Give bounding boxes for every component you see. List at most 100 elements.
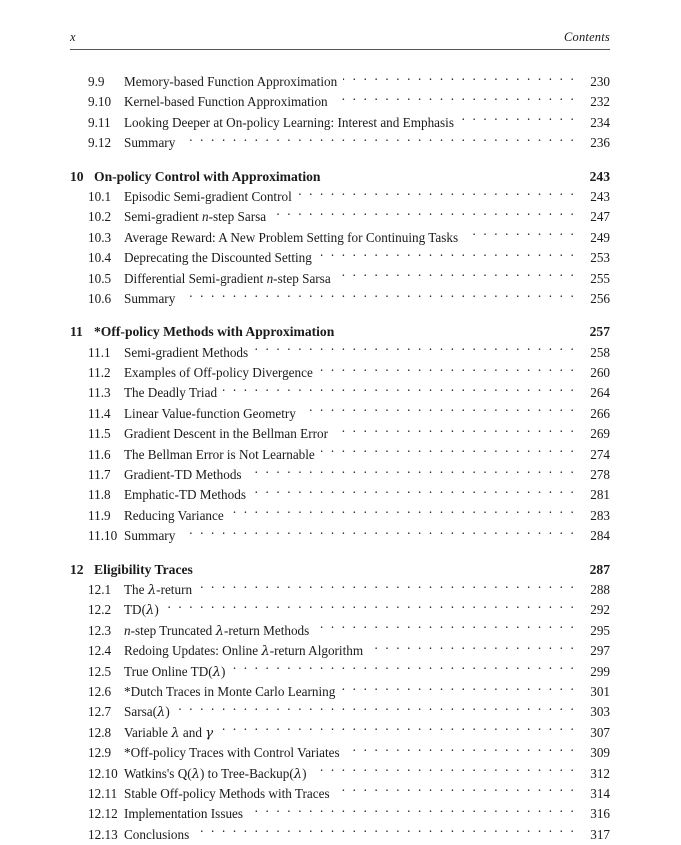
toc-entry-number: 9.11: [88, 114, 111, 130]
toc-entry-title: Semi-gradient Methods: [124, 344, 249, 360]
toc-section-entry[interactable]: 12.3 n-step Truncated λ-return Methods 295: [70, 621, 610, 641]
dot-leader: [313, 764, 576, 777]
toc-entry-title: Variable λ and γ: [124, 724, 214, 741]
toc-section-entry[interactable]: 10.2 Semi-gradient n-step Sarsa 247: [70, 207, 610, 227]
dot-leader: [464, 229, 576, 242]
toc-section-entry[interactable]: 12.9 *Off-policy Traces with Control Vari…: [70, 743, 610, 763]
dot-leader: [337, 269, 576, 282]
toc-entry-page-number: 269: [590, 426, 610, 442]
toc-section-entry[interactable]: 10.4 Deprecating the Discounted Setting 25…: [70, 248, 610, 268]
toc-entry-title: Summary: [124, 290, 176, 306]
toc-entry-number: 11.2: [88, 365, 111, 381]
toc-section-entry[interactable]: 11.8 Emphatic-TD Methods 281: [70, 485, 610, 505]
toc-entry-number: 12.3: [88, 622, 112, 638]
dot-leader: [176, 703, 576, 716]
toc-section-entry[interactable]: 11.3 The Deadly Triad 264: [70, 383, 610, 403]
toc-entry-title: Gradient Descent in the Bellman Error: [124, 426, 328, 442]
dot-leader: [346, 744, 576, 757]
toc-entry-number: 11.3: [88, 385, 111, 401]
toc-entry-number: 11.5: [88, 426, 111, 442]
toc-section-entry[interactable]: 11.2 Examples of Off-policy Divergence 260: [70, 363, 610, 383]
toc-entry-number: 10: [70, 168, 84, 184]
toc-entry-number: 12.10: [88, 765, 118, 781]
toc-entry-title: The Bellman Error is Not Learnable: [124, 446, 315, 462]
toc-section-entry[interactable]: 11.7 Gradient-TD Methods 278: [70, 465, 610, 485]
toc-entry-number: 10.5: [88, 270, 112, 286]
toc-section-entry[interactable]: 12.5 True Online TD(λ) 299: [70, 662, 610, 682]
toc-entry-title: Average Reward: A New Problem Setting fo…: [124, 229, 459, 245]
toc-entry-number: 12.7: [88, 704, 112, 720]
page-folio: x: [70, 30, 76, 44]
toc-entry-title: True Online TD(λ): [124, 663, 226, 680]
toc-entry-page-number: 314: [590, 785, 610, 801]
toc-entry-title: Looking Deeper at On-policy Learning: In…: [124, 114, 454, 130]
toc-entry-title: On-policy Control with Approximation: [94, 168, 321, 184]
toc-section-entry[interactable]: 11.5 Gradient Descent in the Bellman Erro…: [70, 424, 610, 444]
toc-entry-page-number: 230: [590, 74, 610, 89]
toc-entry-number: 10.4: [88, 250, 112, 266]
toc-entry-number: 12.11: [88, 785, 118, 801]
toc-section-entry[interactable]: 9.11 Looking Deeper at On-policy Learning…: [70, 113, 610, 133]
toc-entry-page-number: 253: [590, 250, 610, 266]
toc-section-entry[interactable]: 11.1 Semi-gradient Methods 258: [70, 343, 610, 363]
toc-section-entry[interactable]: 12.1 The λ-return 288: [70, 580, 610, 600]
toc-entry-page-number: 255: [590, 270, 610, 286]
toc-entry-title: Stable Off-policy Methods with Traces: [124, 785, 330, 801]
toc-chapter-entry[interactable]: 10 On-policy Control with Approximation 24…: [70, 167, 610, 187]
toc-section-entry[interactable]: 9.9 Memory-based Function Approximation 23…: [70, 72, 610, 92]
toc-entry-title: The Deadly Triad: [124, 385, 218, 401]
toc-entry-number: 11.7: [88, 467, 111, 483]
toc-section-entry[interactable]: 11.4 Linear Value-function Geometry 266: [70, 404, 610, 424]
toc-chapter-entry[interactable]: 12 Eligibility Traces 287: [70, 560, 610, 580]
toc-entry-title: TD(λ): [124, 602, 159, 619]
toc-section-entry[interactable]: 12.10 Watkins's Q(λ) to Tree-Backup(λ) 312: [70, 764, 610, 784]
toc-entry-title: Watkins's Q(λ) to Tree-Backup(λ): [124, 765, 307, 782]
toc-entry-title: The λ-return: [124, 581, 193, 598]
toc-section-entry[interactable]: 10.3 Average Reward: A New Problem Settin…: [70, 228, 610, 248]
toc-entry-page-number: 234: [590, 114, 610, 130]
toc-entry-page-number: 247: [590, 209, 610, 225]
toc-entry-title: *Off-policy Methods with Approximation: [94, 324, 335, 340]
toc-entry-number: 10.2: [88, 209, 112, 225]
toc-entry-title: Deprecating the Discounted Setting: [124, 250, 312, 266]
toc-section-entry[interactable]: 12.6 *Dutch Traces in Monte Carlo Learnin…: [70, 682, 610, 702]
toc-entry-title: Reducing Variance: [124, 507, 224, 523]
toc-entry-number: 12.12: [88, 806, 118, 822]
dot-leader: [315, 622, 576, 635]
toc-section-entry[interactable]: 10.6 Summary 256: [70, 289, 610, 309]
toc-section-entry[interactable]: 12.11 Stable Off-policy Methods with Trac…: [70, 784, 610, 804]
dot-leader: [181, 527, 576, 540]
toc-section-entry[interactable]: 9.10 Kernel-based Function Approximation 2…: [70, 92, 610, 112]
toc-entry-number: 12.9: [88, 745, 112, 761]
dot-leader: [248, 466, 576, 479]
toc-entry-title: Summary: [124, 528, 176, 544]
toc-entry-title: Redoing Updates: Online λ-return Algorit…: [124, 643, 364, 660]
toc-entry-page-number: 287: [589, 561, 610, 577]
dot-leader: [252, 486, 576, 499]
toc-entry-number: 12.2: [88, 602, 112, 618]
toc-entry-title: Emphatic-TD Methods: [124, 487, 246, 503]
toc-entry-page-number: 316: [590, 806, 610, 822]
toc-section-entry[interactable]: 10.5 Differential Semi-gradient n-step Sa…: [70, 269, 610, 289]
toc-section-entry[interactable]: 12.8 Variable λ and γ 307: [70, 723, 610, 743]
dot-leader: [336, 785, 576, 798]
dot-leader: [460, 114, 576, 127]
toc-section-entry[interactable]: 12.2 TD(λ) 292: [70, 600, 610, 620]
toc-entry-number: 12.6: [88, 683, 112, 699]
toc-chapter-entry[interactable]: 11 *Off-policy Methods with Approximation…: [70, 322, 610, 342]
toc-entry-page-number: 249: [590, 229, 610, 245]
toc-section-entry[interactable]: 11.10 Summary 284: [70, 526, 610, 546]
toc-section-entry[interactable]: 10.1 Episodic Semi-gradient Control 243: [70, 187, 610, 207]
toc-section-entry[interactable]: 11.6 The Bellman Error is Not Learnable 27…: [70, 445, 610, 465]
toc-entry-title: Gradient-TD Methods: [124, 467, 242, 483]
toc-section-entry[interactable]: 12.4 Redoing Updates: Online λ-return Alg…: [70, 641, 610, 661]
running-header: x Contents: [70, 30, 610, 45]
toc-section-entry[interactable]: 11.9 Reducing Variance 283: [70, 506, 610, 526]
toc-entry-page-number: 243: [589, 168, 610, 184]
toc-entry-number: 12: [70, 561, 84, 577]
toc-section-entry[interactable]: 9.12 Summary 236: [70, 133, 610, 153]
toc-section-entry[interactable]: 12.7 Sarsa(λ) 303: [70, 702, 610, 722]
toc-entry-page-number: 307: [590, 724, 610, 740]
toc-section-entry[interactable]: 12.12 Implementation Issues 316: [70, 804, 610, 824]
header-rule: [70, 49, 610, 50]
